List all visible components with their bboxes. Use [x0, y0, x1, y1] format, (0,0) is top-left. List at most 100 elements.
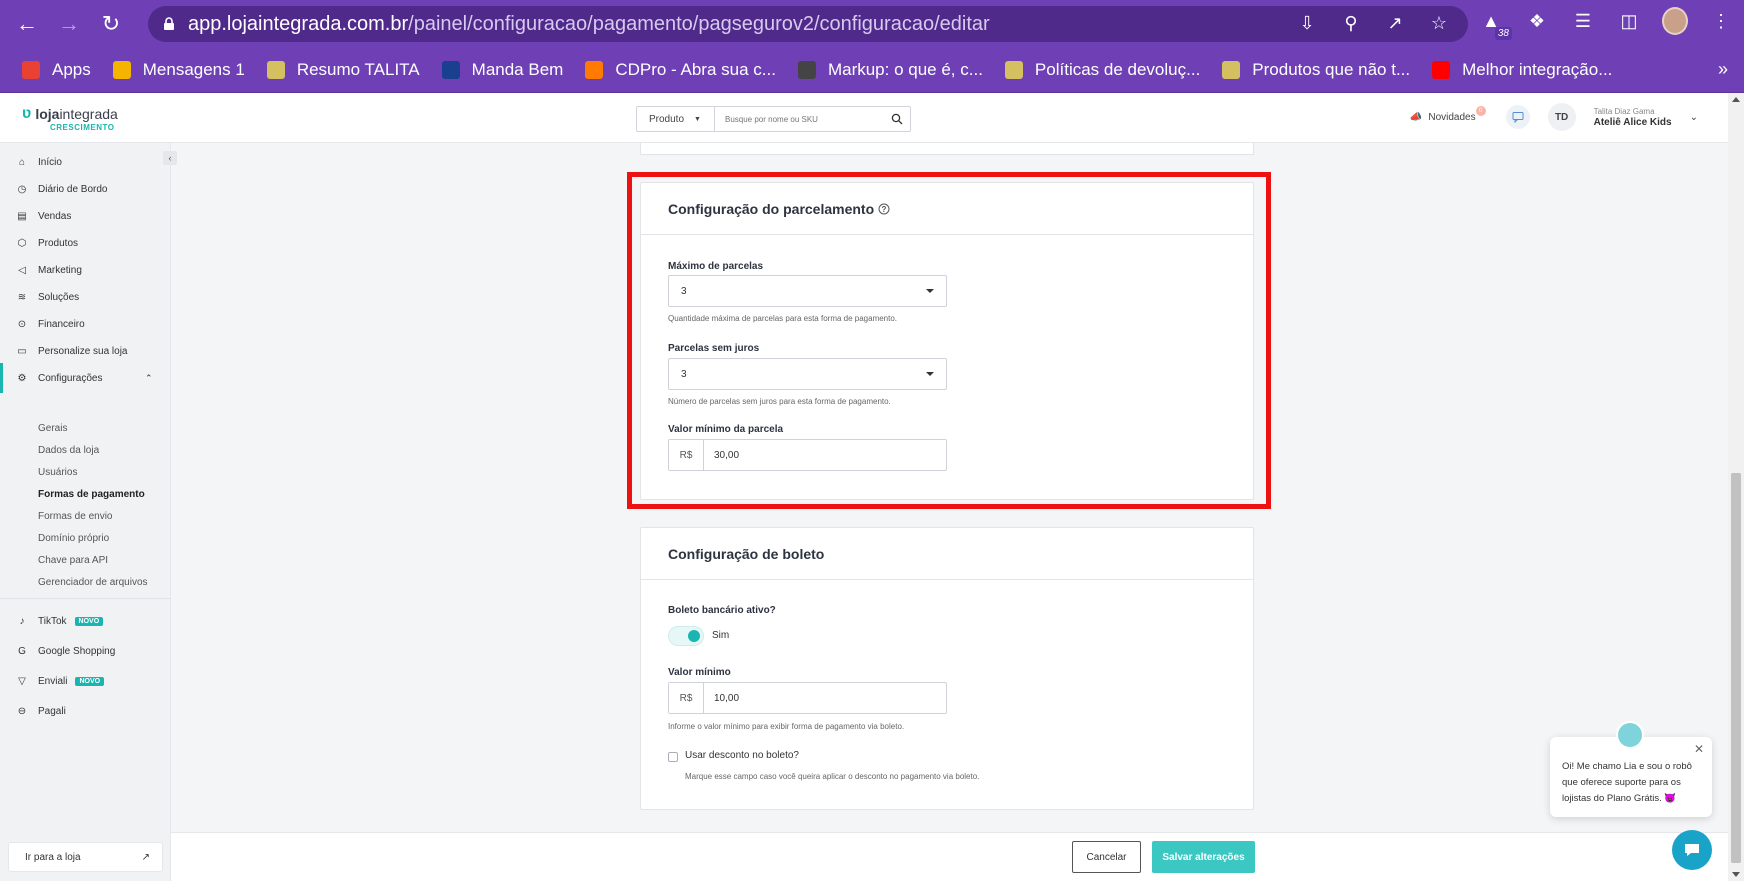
sidebar-item-label: Marketing: [38, 264, 82, 276]
pagali-icon: ⊖: [17, 705, 27, 717]
bookmark-item[interactable]: Resumo TALITA: [266, 59, 420, 80]
zoom-icon[interactable]: ⚲: [1340, 12, 1362, 34]
external-link-icon: ↗: [141, 851, 150, 863]
bookmarks-bar: Apps Mensagens 1 Resumo TALITA Manda Bem CDP…: [0, 47, 1744, 93]
bookmark-item[interactable]: CDPro - Abra sua c...: [585, 60, 776, 80]
megaphone-icon: ◁: [18, 264, 26, 276]
go-to-store-label: Ir para a loja: [25, 851, 81, 863]
boleto-discount-label: Usar desconto no boleto?: [685, 750, 799, 761]
puzzle-icon[interactable]: ❖: [1524, 8, 1550, 34]
sidebar-item[interactable]: ⬡ Produtos: [0, 228, 171, 258]
bookmark-label: Apps: [52, 59, 91, 79]
sidebar-item[interactable]: ⌂ Início: [0, 147, 171, 177]
google-icon: G: [18, 645, 26, 657]
user-menu[interactable]: Talita Diaz Gama Ateliê Alice Kids: [1594, 106, 1672, 128]
bookmark-label: Markup: o que é, c...: [827, 59, 983, 79]
scroll-thumb[interactable]: [1731, 473, 1741, 863]
box-icon: ⬡: [17, 237, 27, 249]
sidebar-item[interactable]: ⚙ Configurações ⌃: [0, 363, 171, 393]
boleto-active-toggle[interactable]: [668, 626, 704, 646]
share-icon[interactable]: ↗: [1384, 12, 1406, 34]
gear-icon: ⚙: [17, 372, 27, 384]
boleto-discount-checkbox[interactable]: [668, 752, 678, 762]
boleto-min-input[interactable]: R$ 10,00: [668, 682, 947, 714]
sidebar-subitem[interactable]: Formas de pagamento: [38, 489, 145, 500]
novidades-button[interactable]: 📣 Novidades 0: [1410, 105, 1486, 123]
bookmark-label: CDPro - Abra sua c...: [615, 59, 776, 79]
sidebar-app-item[interactable]: ♪ TikTok NOVO: [0, 606, 171, 636]
sidebar-item-label: Início: [38, 156, 62, 168]
hat-icon: [266, 60, 285, 79]
bookmark-label: Resumo TALITA: [296, 59, 420, 79]
boleto-discount-hint: Marque esse campo caso você queira aplic…: [685, 772, 980, 781]
save-button[interactable]: Salvar alterações: [1152, 841, 1255, 873]
search-type-select[interactable]: Produto ▼: [637, 107, 715, 131]
chat-bubble-icon[interactable]: [1505, 105, 1530, 129]
boleto-active-value: Sim: [712, 630, 730, 641]
bookmark-item[interactable]: Produtos que não t...: [1222, 60, 1410, 80]
search-icon[interactable]: [884, 107, 910, 131]
sidebar-subitem[interactable]: Dados da loja: [38, 445, 99, 456]
more-bookmarks-icon[interactable]: »: [1718, 59, 1728, 80]
forward-arrow-icon[interactable]: →: [54, 9, 84, 39]
scroll-down-icon[interactable]: [1732, 872, 1740, 877]
sidebar-item[interactable]: ◁ Marketing: [0, 255, 171, 285]
sidebar-divider: [0, 598, 171, 599]
bookmark-label: Produtos que não t...: [1252, 59, 1411, 79]
bookmark-item[interactable]: Apps: [22, 60, 91, 80]
side-panel-icon[interactable]: ◫: [1616, 8, 1642, 34]
sidebar-app-item[interactable]: G Google Shopping: [0, 636, 171, 666]
reload-icon[interactable]: ↻: [96, 9, 126, 39]
sidebar-subitem[interactable]: Gerenciador de arquivos: [38, 577, 148, 588]
sidebar-app-item[interactable]: ⊖ Pagali: [0, 696, 171, 726]
go-to-store-button[interactable]: Ir para a loja ↗: [8, 842, 163, 872]
cancel-button[interactable]: Cancelar: [1072, 841, 1141, 873]
back-arrow-icon[interactable]: ←: [12, 9, 42, 39]
bookmark-item[interactable]: Políticas de devoluç...: [1004, 60, 1200, 80]
profile-avatar[interactable]: [1662, 7, 1688, 35]
scroll-up-icon[interactable]: [1732, 97, 1740, 102]
novidades-label: Novidades: [1428, 111, 1476, 123]
close-icon[interactable]: ✕: [1694, 741, 1704, 757]
bookmark-label: Mensagens 1: [142, 59, 245, 79]
bookmark-item[interactable]: Markup: o que é, c...: [797, 59, 983, 80]
star-icon[interactable]: ☆: [1428, 12, 1450, 34]
search-input[interactable]: [715, 107, 884, 131]
media-queue-icon[interactable]: ☰: [1570, 8, 1596, 34]
boleto-min-hint: Informe o valor mínimo para exibir forma…: [668, 722, 905, 731]
sidebar-subitem[interactable]: Formas de envio: [38, 511, 112, 522]
chevron-up-icon[interactable]: ⌃: [145, 373, 153, 384]
bookmark-item[interactable]: Melhor integração...: [1432, 60, 1612, 80]
sidebar-subitem[interactable]: Usuários: [38, 467, 77, 478]
menu-kebab-icon[interactable]: ⋮: [1708, 8, 1734, 34]
red-highlight-box: [627, 172, 1271, 509]
user-avatar[interactable]: TD: [1547, 103, 1576, 131]
logo-text-a: loja: [35, 106, 60, 122]
install-icon[interactable]: ⇩: [1296, 12, 1318, 34]
address-bar[interactable]: app.lojaintegrada.com.br/painel/configur…: [148, 6, 1468, 42]
sidebar-app-item[interactable]: ▽ Enviali NOVO: [0, 666, 171, 696]
page-scrollbar[interactable]: [1728, 93, 1744, 881]
sidebar-subitem[interactable]: Domínio próprio: [38, 533, 109, 544]
sidebar-item[interactable]: ≋ Soluções: [0, 282, 171, 312]
plan-label: CRESCIMENTO: [50, 123, 115, 132]
mb-logo-icon: [441, 60, 460, 79]
logo-text-b: integrada: [59, 106, 118, 122]
extension-badge: 38: [1494, 27, 1512, 40]
chevron-down-icon[interactable]: ⌄: [1690, 112, 1698, 123]
bookmark-item[interactable]: Manda Bem: [441, 60, 563, 80]
chat-launcher-button[interactable]: [1672, 830, 1712, 870]
bookmark-item[interactable]: Mensagens 1: [112, 59, 245, 80]
new-badge: NOVO: [74, 616, 104, 626]
sidebar-item[interactable]: ⊙ Financeiro: [0, 309, 171, 339]
sidebar-item[interactable]: ▤ Vendas: [0, 201, 171, 231]
extension-cap-icon[interactable]: ▲ 38: [1478, 8, 1512, 40]
logo[interactable]: ʋ loja integrada CRESCIMENTO: [22, 105, 118, 132]
boleto-min-value[interactable]: 10,00: [704, 683, 946, 713]
search-type-label: Produto: [649, 113, 685, 125]
sidebar-item[interactable]: ◷ Diário de Bordo: [0, 174, 171, 204]
sidebar-subitem[interactable]: Chave para API: [38, 555, 108, 566]
sidebar-subitem[interactable]: Gerais: [38, 423, 67, 434]
sidebar: ‹ Ir para a loja ↗ ⌂ Início ◷ Diário de Bord…: [0, 143, 177, 881]
sidebar-item[interactable]: ▭ Personalize sua loja: [0, 336, 171, 366]
